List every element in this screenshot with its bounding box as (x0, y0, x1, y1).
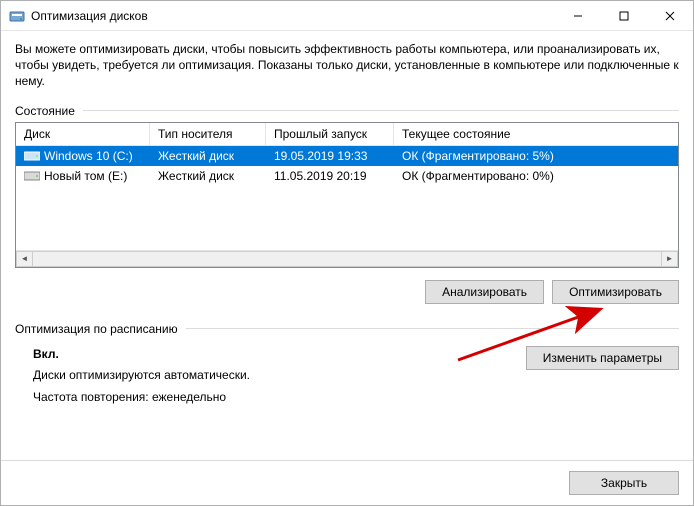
drive-list-header: Диск Тип носителя Прошлый запуск Текущее… (16, 123, 678, 146)
analyze-button[interactable]: Анализировать (425, 280, 544, 304)
col-media[interactable]: Тип носителя (150, 123, 266, 145)
schedule-line2: Частота повторения: еженедельно (33, 387, 250, 409)
horizontal-scrollbar[interactable]: ◄ ► (16, 250, 678, 267)
drive-state: ОК (Фрагментировано: 5%) (394, 149, 678, 163)
app-icon (9, 8, 25, 24)
table-row[interactable]: Windows 10 (C:) Жесткий диск 19.05.2019 … (16, 146, 678, 166)
scroll-left-icon[interactable]: ◄ (16, 251, 33, 267)
col-state[interactable]: Текущее состояние (394, 123, 678, 145)
close-dialog-button[interactable]: Закрыть (569, 471, 679, 495)
schedule-section-label: Оптимизация по расписанию (15, 322, 679, 336)
drive-last-run: 11.05.2019 20:19 (266, 169, 394, 183)
change-settings-button[interactable]: Изменить параметры (526, 346, 679, 370)
schedule-line1: Диски оптимизируются автоматически. (33, 365, 250, 387)
schedule-info: Вкл. Диски оптимизируются автоматически.… (15, 340, 250, 409)
drive-name: Новый том (E:) (44, 169, 127, 183)
maximize-button[interactable] (601, 1, 647, 31)
minimize-button[interactable] (555, 1, 601, 31)
col-last[interactable]: Прошлый запуск (266, 123, 394, 145)
scroll-right-icon[interactable]: ► (661, 251, 678, 267)
close-button[interactable] (647, 1, 693, 31)
col-disk[interactable]: Диск (16, 123, 150, 145)
titlebar: Оптимизация дисков (1, 1, 693, 31)
optimize-button[interactable]: Оптимизировать (552, 280, 679, 304)
footer: Закрыть (1, 460, 693, 505)
drive-state: ОК (Фрагментировано: 0%) (394, 169, 678, 183)
drive-last-run: 19.05.2019 19:33 (266, 149, 394, 163)
drive-icon (24, 150, 40, 162)
window-title: Оптимизация дисков (31, 9, 148, 23)
scroll-track[interactable] (33, 251, 661, 267)
intro-text: Вы можете оптимизировать диски, чтобы по… (15, 41, 679, 90)
table-row[interactable]: Новый том (E:) Жесткий диск 11.05.2019 2… (16, 166, 678, 186)
drive-icon (24, 170, 40, 182)
schedule-status: Вкл. (33, 344, 250, 366)
drive-media: Жесткий диск (150, 149, 266, 163)
drive-name: Windows 10 (C:) (44, 149, 133, 163)
drive-list[interactable]: Диск Тип носителя Прошлый запуск Текущее… (15, 122, 679, 268)
status-section-label: Состояние (15, 104, 679, 118)
drive-media: Жесткий диск (150, 169, 266, 183)
